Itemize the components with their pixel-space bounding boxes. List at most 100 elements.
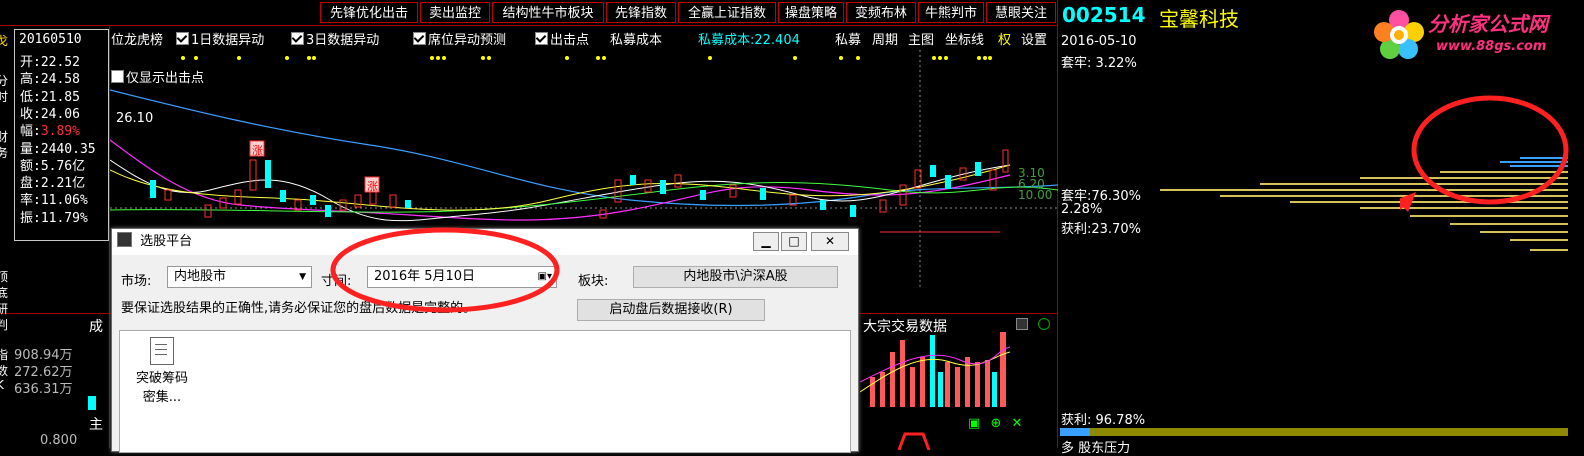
info-label: 低: [20,89,41,105]
info-label: 高: [20,72,41,88]
info-value: 11.06% [40,193,88,209]
chip-profit-bottom: 获利: 96.78% [1061,413,1146,428]
app-icon [117,232,132,247]
save-icon[interactable]: ▣ [968,416,980,431]
info-value: 24.58 [40,72,80,88]
info-row: 盘:2.21亿 [20,175,85,192]
formula-item-label-2: 密集... [142,390,182,405]
info-row: 量:2440.35 [20,141,96,158]
info-value: 3.89% [40,124,80,140]
info-label: 收: [20,106,41,122]
private-cost-label: 私募成本 [610,33,663,48]
receive-data-button[interactable]: 启动盘后数据接收(R) [577,299,765,321]
watermark-brand: 分析家公式网 [1428,12,1548,36]
menu-xianfeng-zhishu[interactable]: 先锋指数 [606,2,676,23]
period-button[interactable]: 周期 [872,29,898,48]
cb-1day-anomaly[interactable]: 1日数据异动 [176,29,264,48]
ma-short-line [110,159,1011,222]
info-value: 22.52 [40,55,80,70]
right-adjust-button[interactable]: 权 [998,29,1011,48]
left-edge-tab-7[interactable]: 底 [0,284,8,301]
annotation-overlay-date [330,227,560,313]
chip-profit-bar [1060,428,1568,436]
left-edge-tab-11[interactable]: 数 [0,362,8,379]
flower-logo-icon [1374,10,1424,59]
main-chart-button[interactable]: 主图 [908,29,934,48]
save-icon[interactable] [1016,318,1028,330]
left-edge-tab-6[interactable]: 顶 [0,268,8,285]
cb-seat-label: 席位异动预测 [428,33,507,48]
private-short: 私募 [835,33,862,48]
annotation-bottom-mark [897,432,931,450]
chevron-down-icon: ▼ [299,272,306,282]
menu-niuxiong[interactable]: 牛熊判市 [918,2,984,23]
chip-profit-bar-cyan [1060,428,1090,436]
checkbox-icon[interactable] [176,32,189,45]
market-label: 市场: [121,274,152,289]
info-row: 幅:3.89% [20,123,80,140]
checkbox-icon[interactable] [535,32,548,45]
info-value: 24.06 [40,106,80,122]
main-panel-label: 主 [89,417,103,433]
menu-maichu-jiankong[interactable]: 卖出监控 [420,2,490,23]
formula-item-label-1: 突破筹码 [135,371,188,386]
cb-3day-label: 3日数据异动 [306,33,380,48]
left-edge-tab-12[interactable]: K [0,378,4,392]
close-button[interactable]: ✕ [811,232,849,251]
cb-attack-point[interactable]: 出击点 [535,29,589,48]
volume-value-3: 636.31万 [14,382,73,397]
bottom-panel-icons: ▣ ⊕ ✕ [968,416,1022,431]
left-edge-tab-9[interactable]: 判 [0,316,8,333]
info-value: 11.79% [40,210,88,226]
formula-list[interactable]: 突破筹码 密集... [119,330,851,453]
info-row: 收:24.06 [20,106,80,123]
top-menu-bar: 先锋优化出击 卖出监控 结构性牛市板块 先锋指数 全赢上证指数 操盘策略 变频布… [0,0,1058,26]
left-edge-tab-3[interactable]: 时 [0,88,8,105]
left-edge-tab-4[interactable]: 财 [0,128,8,145]
left-edge-tab-1[interactable]: 戈 [0,32,8,49]
checkbox-icon[interactable] [413,32,426,45]
menu-bianpin-bulin[interactable]: 变频布林 [846,2,916,23]
left-edge-tab-10[interactable]: 指 [0,346,8,363]
cb-seat-anomaly[interactable]: 席位异动预测 [413,29,506,48]
left-edge-tab-8[interactable]: 研 [0,300,8,317]
minimize-button[interactable]: ▁ [753,232,779,251]
close-icon[interactable]: ✕ [1011,416,1022,431]
left-edge-tab-2[interactable]: 分 [0,72,8,89]
chip-footer: 多 股东压力 [1061,441,1131,456]
settings-button[interactable]: 设置 [1021,29,1047,48]
checkbox-icon[interactable] [291,32,304,45]
formula-item[interactable]: 突破筹码 密集... [126,337,198,405]
info-value: 21.85 [40,89,80,105]
info-row: 振:11.79% [20,210,88,227]
market-select[interactable]: 内地股市 ▼ [167,266,312,288]
dialog-title: 选股平台 [140,234,193,249]
sector-button[interactable]: 内地股市\沪深A股 [633,266,838,288]
zoom-icon[interactable]: ⊕ [990,416,1001,431]
left-edge-tabs: 戈 分 时 财 务 顶 底 研 判 指 数 K [0,32,9,442]
volume-bar-cyan [88,396,96,410]
watermark-url: www.88gs.com [1436,39,1547,54]
ma-value-3: 10.00 [1018,188,1053,202]
menu-jiegouxing[interactable]: 结构性牛市板块 [492,2,604,23]
info-row: 开:22.52 [20,54,80,71]
left-edge-tab-5[interactable]: 务 [0,144,8,161]
zoom-icon[interactable] [1038,318,1051,330]
menu-quanying[interactable]: 全赢上证指数 [678,2,776,23]
info-label: 开: [20,55,41,70]
menu-xianfeng-youhua[interactable]: 先锋优化出击 [320,2,418,23]
cb-3day-anomaly[interactable]: 3日数据异动 [291,29,379,48]
panel-icons [1016,318,1051,334]
info-label: 额: [20,158,41,174]
menu-huiyan[interactable]: 慧眼关注 [986,2,1056,23]
stock-code: 002514 [1062,3,1146,27]
anomaly-markers [181,56,992,60]
menu-caopan-celue[interactable]: 操盘策略 [778,2,844,23]
zhang-label-2: 涨 [367,180,378,193]
chip-trapped-top: 套牢: 3.22% [1061,56,1137,71]
market-select-value: 内地股市 [174,269,227,284]
chip-date: 2016-05-10 [1061,34,1137,49]
coord-line-button[interactable]: 坐标线 [945,29,984,48]
maximize-button[interactable]: □ [781,232,807,251]
annotation-overlay-right [1400,95,1569,212]
